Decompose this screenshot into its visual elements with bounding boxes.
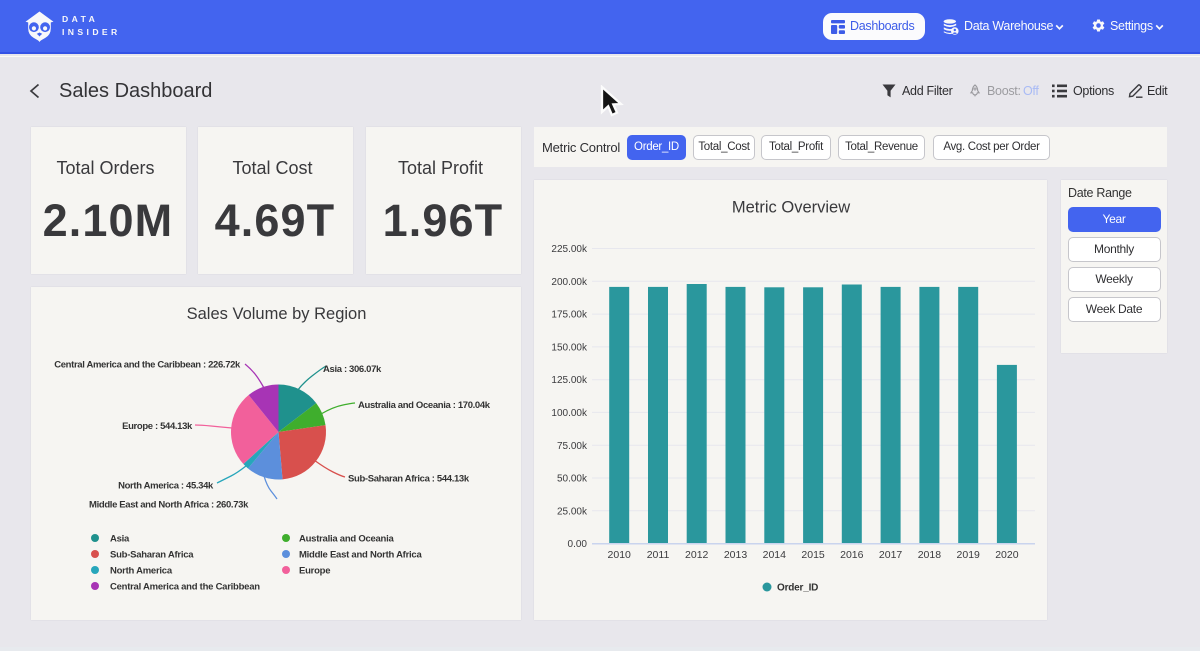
svg-text:2010: 2010 — [608, 549, 632, 561]
svg-text:75.00k: 75.00k — [557, 441, 588, 452]
svg-text:Europe : 544.13k: Europe : 544.13k — [122, 421, 193, 432]
svg-text:150.00k: 150.00k — [551, 342, 588, 353]
svg-text:Order_ID: Order_ID — [777, 583, 818, 594]
svg-text:Sales Volume by Region: Sales Volume by Region — [187, 305, 367, 323]
svg-text:100.00k: 100.00k — [551, 408, 588, 419]
svg-text:2015: 2015 — [801, 549, 825, 561]
svg-text:2016: 2016 — [840, 549, 864, 561]
svg-text:Australia and Oceania : 170.04: Australia and Oceania : 170.04k — [358, 400, 491, 411]
svg-text:2014: 2014 — [763, 549, 787, 561]
svg-text:0.00: 0.00 — [568, 539, 588, 550]
svg-text:125.00k: 125.00k — [551, 375, 588, 386]
svg-text:Middle East and North Africa :: Middle East and North Africa : 260.73k — [89, 500, 249, 511]
svg-text:Sub-Saharan Africa: Sub-Saharan Africa — [110, 550, 194, 561]
svg-text:2018: 2018 — [918, 549, 942, 561]
svg-text:2020: 2020 — [995, 549, 1019, 561]
svg-text:2019: 2019 — [957, 549, 981, 561]
svg-text:200.00k: 200.00k — [551, 277, 588, 288]
svg-text:2011: 2011 — [647, 549, 670, 561]
svg-text:Central America and the Caribb: Central America and the Caribbean — [110, 582, 260, 593]
svg-text:225.00k: 225.00k — [551, 244, 588, 255]
svg-text:Central America and the Caribb: Central America and the Caribbean : 226.… — [54, 360, 241, 371]
svg-text:Asia: Asia — [110, 534, 130, 545]
svg-text:Metric Overview: Metric Overview — [732, 199, 850, 217]
svg-text:Sub-Saharan Africa : 544.13k: Sub-Saharan Africa : 544.13k — [348, 474, 470, 485]
svg-text:2013: 2013 — [724, 549, 748, 561]
svg-text:Middle East and North Africa: Middle East and North Africa — [299, 550, 422, 561]
svg-text:25.00k: 25.00k — [557, 506, 588, 517]
svg-text:Asia : 306.07k: Asia : 306.07k — [323, 364, 382, 375]
svg-text:Europe: Europe — [299, 566, 330, 577]
svg-text:175.00k: 175.00k — [551, 310, 588, 321]
svg-text:Australia and Oceania: Australia and Oceania — [299, 534, 395, 545]
svg-text:50.00k: 50.00k — [557, 474, 588, 485]
svg-text:2012: 2012 — [685, 549, 709, 561]
svg-text:North America: North America — [110, 566, 173, 577]
svg-text:2017: 2017 — [879, 549, 903, 561]
svg-text:North America : 45.34k: North America : 45.34k — [118, 481, 214, 492]
